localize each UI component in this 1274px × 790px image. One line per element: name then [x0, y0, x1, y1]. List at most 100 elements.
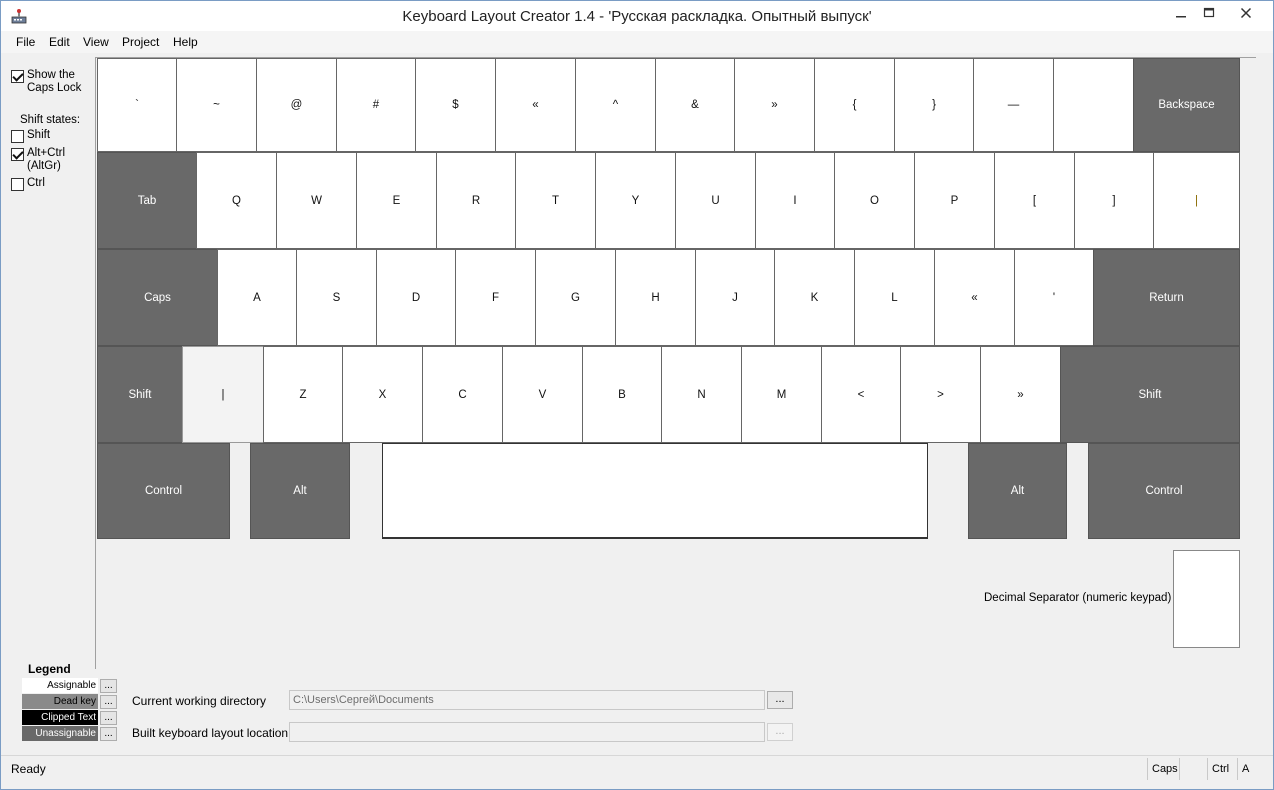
menu-bar: File Edit View Project Help [1, 31, 1273, 53]
status-num [1179, 758, 1207, 780]
key-w[interactable]: W [276, 152, 357, 249]
key-semicolon[interactable]: « [934, 249, 1015, 346]
legend-unassignable: Unassignable [22, 726, 98, 741]
key-caps[interactable]: Caps [97, 249, 218, 346]
key-m[interactable]: M [741, 346, 822, 443]
key-minus[interactable]: — [973, 58, 1054, 152]
key-b[interactable]: B [582, 346, 662, 443]
cwd-browse-button[interactable]: ... [767, 691, 793, 709]
maximize-button[interactable] [1194, 1, 1224, 25]
key-e[interactable]: E [356, 152, 437, 249]
key-space[interactable] [382, 443, 928, 539]
key-l[interactable]: L [854, 249, 935, 346]
key-0[interactable]: } [894, 58, 974, 152]
app-window: Keyboard Layout Creator 1.4 - 'Русская р… [0, 0, 1274, 790]
key-left-bracket[interactable]: [ [994, 152, 1075, 249]
decimal-separator-label: Decimal Separator (numeric keypad) [984, 592, 1172, 604]
key-return[interactable]: Return [1093, 249, 1240, 346]
key-g[interactable]: G [535, 249, 616, 346]
status-alt: A [1237, 758, 1261, 780]
key-oem102[interactable]: | [182, 346, 264, 443]
status-bar: Ready Caps Ctrl A [1, 755, 1273, 781]
key-slash[interactable]: » [980, 346, 1061, 443]
key-tab[interactable]: Tab [97, 152, 197, 249]
status-caps: Caps [1147, 758, 1179, 780]
key-right-bracket[interactable]: ] [1074, 152, 1154, 249]
key-left-shift[interactable]: Shift [97, 346, 183, 443]
key-y[interactable]: Y [595, 152, 676, 249]
key-right-control[interactable]: Control [1088, 443, 1240, 539]
key-z[interactable]: Z [263, 346, 343, 443]
key-v[interactable]: V [502, 346, 583, 443]
title-bar: Keyboard Layout Creator 1.4 - 'Русская р… [1, 1, 1273, 31]
key-9[interactable]: { [814, 58, 895, 152]
caps-lock-label-2: Caps Lock [27, 82, 82, 94]
key-decimal-separator[interactable] [1173, 550, 1240, 648]
key-i[interactable]: I [755, 152, 835, 249]
menu-help[interactable]: Help [173, 35, 198, 49]
key-comma[interactable]: < [821, 346, 901, 443]
key-r[interactable]: R [436, 152, 516, 249]
menu-edit[interactable]: Edit [49, 35, 70, 49]
key-quote[interactable]: ' [1014, 249, 1094, 346]
key-f[interactable]: F [455, 249, 536, 346]
key-1[interactable]: ~ [176, 58, 257, 152]
built-location-field[interactable] [289, 722, 765, 742]
cwd-field[interactable]: C:\Users\Сергей\Documents [289, 690, 765, 710]
key-u[interactable]: U [675, 152, 756, 249]
key-5[interactable]: « [495, 58, 576, 152]
legend-clipped-text-color-button[interactable]: ... [100, 711, 117, 725]
key-c[interactable]: C [422, 346, 503, 443]
altctrl-label-2: (AltGr) [27, 160, 61, 172]
key-d[interactable]: D [376, 249, 456, 346]
key-7[interactable]: & [655, 58, 735, 152]
menu-file[interactable]: File [16, 35, 35, 49]
key-equals[interactable] [1053, 58, 1134, 152]
key-period[interactable]: > [900, 346, 981, 443]
key-left-control[interactable]: Control [97, 443, 230, 539]
caps-lock-checkbox[interactable] [11, 70, 24, 83]
legend-dead-key-color-button[interactable]: ... [100, 695, 117, 709]
key-backspace[interactable]: Backspace [1133, 58, 1240, 152]
key-3[interactable]: # [336, 58, 416, 152]
shift-toggle[interactable]: Shift [11, 129, 50, 143]
minimize-button[interactable] [1166, 1, 1196, 25]
key-q[interactable]: Q [196, 152, 277, 249]
key-backtick[interactable]: ` [97, 58, 177, 152]
legend-assignable-color-button[interactable]: ... [100, 679, 117, 693]
key-4[interactable]: $ [415, 58, 496, 152]
legend-clipped-text: Clipped Text [22, 710, 98, 725]
key-8[interactable]: » [734, 58, 815, 152]
key-right-alt[interactable]: Alt [968, 443, 1067, 539]
legend-unassignable-color-button[interactable]: ... [100, 727, 117, 741]
key-s[interactable]: S [296, 249, 377, 346]
legend-title: Legend [28, 662, 71, 676]
shift-states-label: Shift states: [20, 114, 81, 126]
key-n[interactable]: N [661, 346, 742, 443]
menu-project[interactable]: Project [122, 35, 159, 49]
key-h[interactable]: H [615, 249, 696, 346]
key-a[interactable]: A [217, 249, 297, 346]
altctrl-checkbox[interactable] [11, 148, 24, 161]
key-x[interactable]: X [342, 346, 423, 443]
key-2[interactable]: @ [256, 58, 337, 152]
ctrl-toggle[interactable]: Ctrl [11, 177, 45, 191]
key-k[interactable]: K [774, 249, 855, 346]
close-button[interactable] [1223, 1, 1269, 25]
caps-lock-toggle[interactable]: Show the Caps Lock [11, 69, 81, 95]
legend-dead-key: Dead key [22, 694, 98, 709]
key-right-shift[interactable]: Shift [1060, 346, 1240, 443]
key-backslash[interactable]: | [1153, 152, 1240, 249]
built-location-browse-button[interactable]: ... [767, 723, 793, 741]
menu-view[interactable]: View [83, 35, 109, 49]
key-j[interactable]: J [695, 249, 775, 346]
shift-checkbox[interactable] [11, 130, 24, 143]
shift-label: Shift [27, 129, 51, 141]
key-p[interactable]: P [914, 152, 995, 249]
key-left-alt[interactable]: Alt [250, 443, 350, 539]
key-t[interactable]: T [515, 152, 596, 249]
key-o[interactable]: O [834, 152, 915, 249]
altctrl-toggle[interactable]: Alt+Ctrl (AltGr) [11, 147, 65, 173]
key-6[interactable]: ^ [575, 58, 656, 152]
ctrl-checkbox[interactable] [11, 178, 24, 191]
